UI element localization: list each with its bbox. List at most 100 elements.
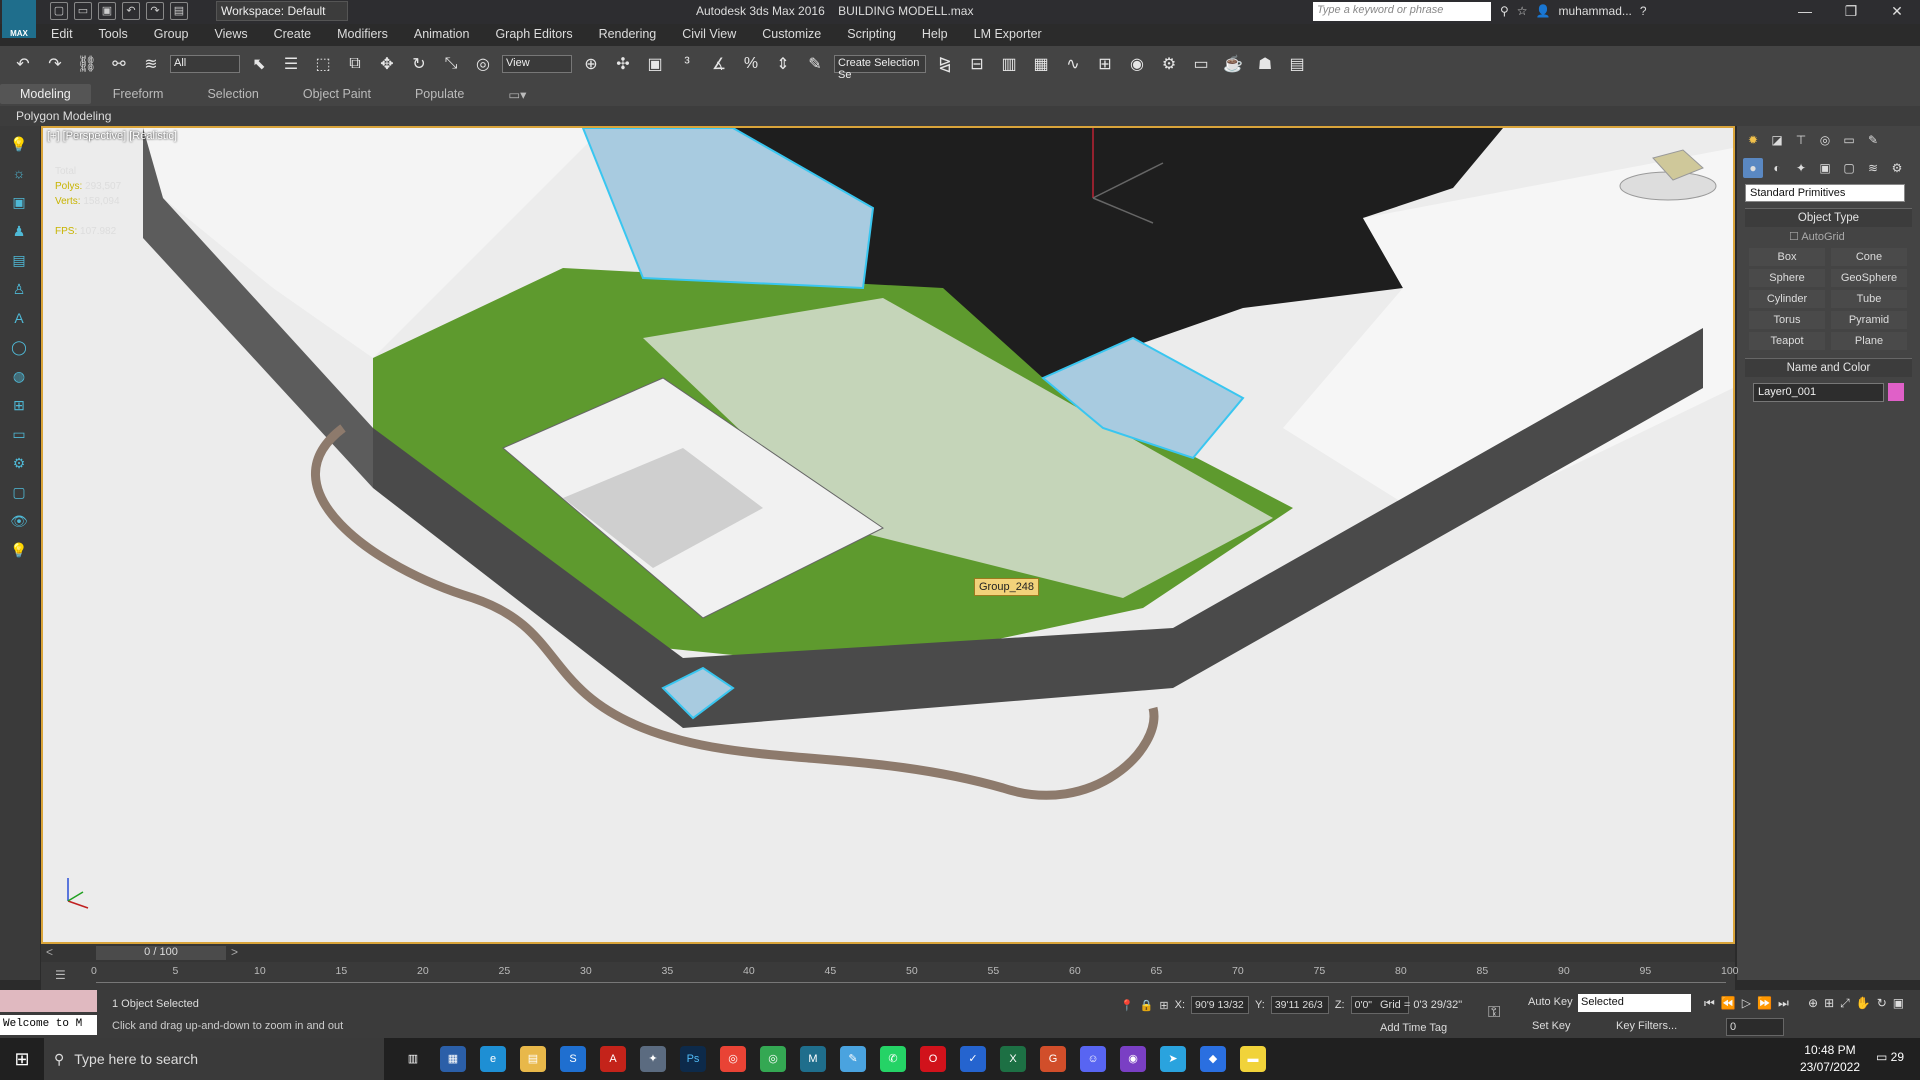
file-explorer-icon[interactable]: ▤ — [520, 1046, 546, 1072]
ribbon-subtitle[interactable]: Polygon Modeling — [16, 109, 111, 123]
autogrid-checkbox[interactable]: ☐ AutoGrid — [1745, 227, 1912, 246]
cube-app-icon[interactable]: ◆ — [1200, 1046, 1226, 1072]
select-object-icon[interactable]: ⬉ — [246, 51, 272, 77]
maxscript-listener[interactable] — [0, 990, 97, 1012]
open-file-icon[interactable]: ▭ — [74, 2, 92, 20]
window-crossing-icon[interactable]: ⧉ — [342, 51, 368, 77]
sphere-icon[interactable]: ◍ — [8, 365, 30, 387]
previous-frame-icon[interactable]: ⏪ — [1721, 996, 1736, 1011]
help-icon[interactable]: ? — [1640, 4, 1647, 18]
chrome-icon[interactable]: ◎ — [720, 1046, 746, 1072]
orbit-icon[interactable]: ↻ — [1877, 996, 1887, 1011]
render-production-icon[interactable]: ☕ — [1220, 51, 1246, 77]
save-icon[interactable]: ▣ — [98, 2, 116, 20]
object-type-title[interactable]: Object Type — [1745, 209, 1912, 227]
eye-icon[interactable]: 👁 — [8, 510, 30, 532]
render-cloud-icon[interactable]: ▤ — [1284, 51, 1310, 77]
menu-help[interactable]: Help — [909, 24, 961, 46]
menu-group[interactable]: Group — [141, 24, 202, 46]
x-coordinate-field[interactable]: 90'9 13/32 — [1191, 996, 1250, 1014]
close-button[interactable]: ✕ — [1874, 0, 1920, 24]
grammarly-icon[interactable]: G — [1040, 1046, 1066, 1072]
photoshop-icon[interactable]: Ps — [680, 1046, 706, 1072]
toggle-ribbon-icon[interactable]: ▦ — [1028, 51, 1054, 77]
link-icon[interactable]: ⛓ — [74, 51, 100, 77]
pyramid-button[interactable]: Pyramid — [1831, 311, 1907, 329]
grid-icon[interactable]: ⊞ — [8, 394, 30, 416]
geosphere-button[interactable]: GeoSphere — [1831, 269, 1907, 287]
menu-create[interactable]: Create — [261, 24, 325, 46]
cone-button[interactable]: Cone — [1831, 248, 1907, 266]
lights-icon[interactable]: ✦ — [1791, 158, 1811, 178]
y-coordinate-field[interactable]: 39'11 26/3 — [1270, 996, 1329, 1014]
geometry-icon[interactable]: ● — [1743, 158, 1763, 178]
play-icon[interactable]: ▷ — [1742, 996, 1751, 1011]
figure-icon[interactable]: ♙ — [8, 278, 30, 300]
ribbon-tab-object-paint[interactable]: Object Paint — [281, 87, 393, 101]
discord-icon[interactable]: ☺ — [1080, 1046, 1106, 1072]
workspace-dropdown[interactable]: Workspace: Default — [216, 1, 348, 21]
ribbon-tab-populate[interactable]: Populate — [393, 87, 486, 101]
key-icon[interactable]: ⚿ — [1488, 1004, 1500, 1022]
windows-start-icon[interactable]: ⊞ — [0, 1049, 44, 1070]
menu-tools[interactable]: Tools — [86, 24, 141, 46]
key-mode-dropdown[interactable]: Selected — [1578, 994, 1691, 1012]
cameras-icon[interactable]: ▣ — [1815, 158, 1835, 178]
selection-filter-dropdown[interactable]: All — [170, 55, 240, 73]
menu-animation[interactable]: Animation — [401, 24, 483, 46]
tube-button[interactable]: Tube — [1831, 290, 1907, 308]
render-setup-icon[interactable]: ⚙ — [1156, 51, 1182, 77]
ribbon-options-icon[interactable]: ▭▾ — [486, 87, 548, 102]
todo-icon[interactable]: ✓ — [960, 1046, 986, 1072]
redo-icon[interactable]: ↷ — [146, 2, 164, 20]
absolute-mode-icon[interactable]: ⊞ — [1159, 999, 1168, 1012]
angle-snap-icon[interactable]: ∡ — [706, 51, 732, 77]
rendered-frame-icon[interactable]: ▭ — [1188, 51, 1214, 77]
menu-rendering[interactable]: Rendering — [586, 24, 670, 46]
menu-views[interactable]: Views — [201, 24, 260, 46]
task-view-icon[interactable]: ▥ — [400, 1046, 426, 1072]
gear-icon[interactable]: ⚙ — [8, 452, 30, 474]
place-icon[interactable]: ◎ — [470, 51, 496, 77]
frame-icon[interactable]: ▢ — [8, 481, 30, 503]
whatsapp-icon[interactable]: ✆ — [880, 1046, 906, 1072]
person-icon[interactable]: ♟ — [8, 220, 30, 242]
taskbar-search[interactable]: ⚲ Type here to search — [44, 1038, 384, 1080]
material-editor-icon[interactable]: ◉ — [1124, 51, 1150, 77]
go-to-start-icon[interactable]: ⏮ — [1704, 996, 1715, 1011]
menu-civil-view[interactable]: Civil View — [669, 24, 749, 46]
undo-icon[interactable]: ↶ — [122, 2, 140, 20]
undo-icon[interactable]: ↶ — [10, 51, 36, 77]
unlink-icon[interactable]: ⚯ — [106, 51, 132, 77]
percent-snap-icon[interactable]: % — [738, 51, 764, 77]
box-button[interactable]: Box — [1749, 248, 1825, 266]
shapes-icon[interactable]: ◐ — [1767, 158, 1787, 178]
binoculars-icon[interactable]: ⚲ — [1500, 4, 1509, 18]
keyboard-shortcut-icon[interactable]: ▣ — [642, 51, 668, 77]
snaps-toggle-icon[interactable]: ³ — [674, 51, 700, 77]
ribbon-tab-freeform[interactable]: Freeform — [91, 87, 186, 101]
ribbon-tab-selection[interactable]: Selection — [185, 87, 280, 101]
zoom-extents-icon[interactable]: ⤢ — [1840, 996, 1850, 1011]
object-name-field[interactable]: Layer0_001 — [1753, 383, 1885, 402]
teapot-button[interactable]: Teapot — [1749, 332, 1825, 350]
circle-icon[interactable]: ◯ — [8, 336, 30, 358]
render-iterative-icon[interactable]: ☗ — [1252, 51, 1278, 77]
curve-editor-icon[interactable]: ∿ — [1060, 51, 1086, 77]
new-file-icon[interactable]: ▢ — [50, 2, 68, 20]
maxscript-mini-listener[interactable]: Welcome to M — [0, 1015, 97, 1035]
ribbon-tab-modeling[interactable]: Modeling — [0, 84, 91, 104]
select-by-name-icon[interactable]: ☰ — [278, 51, 304, 77]
excel-icon[interactable]: X — [1000, 1046, 1026, 1072]
modify-tab-icon[interactable]: ◪ — [1767, 130, 1787, 150]
zoom-all-icon[interactable]: ⊞ — [1824, 996, 1834, 1011]
set-key-button[interactable]: Set Key — [1532, 1020, 1571, 1032]
user-icon[interactable]: 👤 — [1536, 4, 1551, 18]
perspective-viewport[interactable]: [+] [Perspective] [Realistic] Total Poly… — [41, 126, 1735, 944]
book-icon[interactable]: ▤ — [8, 249, 30, 271]
menu-scripting[interactable]: Scripting — [834, 24, 909, 46]
create-tab-icon[interactable]: ✹ — [1743, 130, 1763, 150]
helpers-icon[interactable]: ▢ — [1839, 158, 1859, 178]
menu-lm-exporter[interactable]: LM Exporter — [961, 24, 1055, 46]
menu-customize[interactable]: Customize — [749, 24, 834, 46]
